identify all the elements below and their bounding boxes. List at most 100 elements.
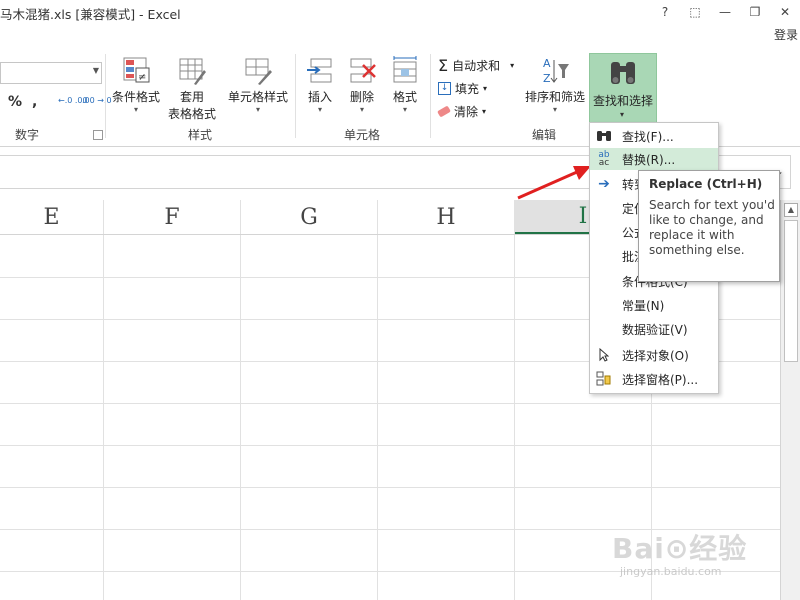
sort-filter-button[interactable]: AZ 排序和筛选 ▾ <box>524 56 586 115</box>
chevron-down-icon: ▾ <box>620 110 625 119</box>
find-select-button[interactable]: 查找和选择 ▾ <box>589 53 657 127</box>
grid-line <box>240 235 241 600</box>
login-link[interactable]: 登录 <box>774 26 798 43</box>
binoculars-icon <box>611 62 635 84</box>
help-button[interactable]: ? <box>650 0 680 24</box>
vertical-scrollbar[interactable]: ▲ <box>780 200 800 600</box>
menu-item-constants[interactable]: 常量(N) <box>590 294 718 316</box>
autosum-label: 自动求和 <box>452 59 501 73</box>
cells-group-label: 单元格 <box>344 128 381 142</box>
menu-item-label: 替换(R)... <box>622 152 676 167</box>
column-header-e[interactable]: E <box>0 200 104 234</box>
cursor-icon <box>596 347 612 363</box>
cell-styles-button[interactable]: 单元格样式 ▾ <box>226 56 290 115</box>
insert-label: 插入 <box>307 90 332 104</box>
format-button[interactable]: 格式 ▾ <box>387 56 423 115</box>
delete-label: 删除 <box>349 90 374 104</box>
find-select-label: 查找和选择 <box>592 94 653 108</box>
selection-pane-icon <box>596 371 612 387</box>
fill-button[interactable]: ↓ 填充 ▾ <box>438 80 487 97</box>
grid-line <box>0 487 780 488</box>
sort-filter-label: 排序和筛选 <box>524 90 585 104</box>
comma-button[interactable]: , <box>32 94 37 110</box>
chevron-down-icon: ▾ <box>482 107 487 116</box>
menu-item-selection-pane[interactable]: 选择窗格(P)... <box>590 368 718 390</box>
chevron-down-icon: ▾ <box>133 105 138 114</box>
svg-text:Z: Z <box>543 72 551 85</box>
grid-line <box>377 235 378 600</box>
format-label: 格式 <box>392 90 417 104</box>
menu-item-label: 常量(N) <box>622 298 665 313</box>
menu-item-replace[interactable]: ab ac 替换(R)... <box>590 148 718 170</box>
scroll-thumb[interactable] <box>784 220 798 362</box>
column-header-h[interactable]: H <box>378 200 515 234</box>
chevron-down-icon: ▾ <box>552 105 557 114</box>
sigma-icon: Σ <box>438 56 449 75</box>
format-as-table-label-line2: 表格格式 <box>167 107 216 121</box>
column-header-f[interactable]: F <box>104 200 241 234</box>
sort-filter-icon: AZ <box>543 57 569 85</box>
window-title: 马木混猪.xls [兼容模式] - Excel <box>0 7 181 22</box>
menu-item-label: 数据验证(V) <box>622 322 688 337</box>
styles-group-label: 样式 <box>188 128 213 142</box>
clear-label: 清除 <box>454 105 479 119</box>
chevron-down-icon: ▾ <box>402 105 407 114</box>
format-as-table-label-line1: 套用 <box>179 90 204 104</box>
delete-button[interactable]: 删除 ▾ <box>344 56 380 115</box>
red-arrow-icon <box>517 166 591 200</box>
insert-cells-icon <box>307 58 332 83</box>
menu-item-label: 选择对象(O) <box>622 348 689 363</box>
conditional-format-button[interactable]: ≠ 条件格式 ▾ <box>112 56 160 115</box>
chevron-down-icon: ▾ <box>317 105 322 114</box>
scroll-up-icon[interactable]: ▲ <box>784 203 798 217</box>
chevron-down-icon: ▼ <box>92 66 99 75</box>
goto-arrow-icon: ➔ <box>598 176 610 192</box>
format-as-table-button[interactable]: 套用 表格格式 <box>164 56 220 122</box>
chevron-down-icon: ▾ <box>510 61 515 70</box>
eraser-icon <box>437 105 451 118</box>
close-button[interactable]: ✕ <box>770 0 800 24</box>
menu-item-data-validation[interactable]: 数据验证(V) <box>590 318 718 340</box>
chevron-down-icon: ▾ <box>255 105 260 114</box>
menu-item-select-objects[interactable]: 选择对象(O) <box>590 344 718 366</box>
binoculars-icon <box>596 128 612 144</box>
editing-group-label: 编辑 <box>532 128 557 142</box>
menu-item-find[interactable]: 查找(F)... <box>590 125 718 147</box>
grid-line <box>103 235 104 600</box>
watermark-url: jingyan.baidu.com <box>620 565 722 578</box>
decrease-decimal-button[interactable]: .00 →.0 <box>82 96 112 105</box>
grid-line <box>0 445 780 446</box>
group-divider <box>295 54 296 138</box>
number-dialog-launcher-icon[interactable] <box>93 130 103 140</box>
cell-styles-icon <box>245 58 272 85</box>
ribbon-display-button[interactable]: ⬚ <box>680 0 710 24</box>
table-format-icon <box>179 58 206 85</box>
group-divider <box>430 54 431 138</box>
cell-styles-label: 单元格样式 <box>227 90 288 104</box>
autosum-button[interactable]: Σ 自动求和 ▾ <box>438 56 514 75</box>
menu-item-label: 查找(F)... <box>622 129 674 144</box>
tooltip-title: Replace (Ctrl+H) <box>649 177 763 191</box>
chevron-down-icon: ▾ <box>483 84 488 93</box>
number-group-label: 数字 <box>15 128 40 142</box>
insert-button[interactable]: 插入 ▾ <box>302 56 338 115</box>
group-divider <box>105 54 106 138</box>
column-header-g[interactable]: G <box>241 200 378 234</box>
conditional-format-label: 条件格式 <box>112 90 161 104</box>
number-format-select[interactable]: ▼ <box>0 62 102 84</box>
grid-line <box>514 235 515 600</box>
chevron-down-icon: ▾ <box>359 105 364 114</box>
fill-label: 填充 <box>455 82 480 96</box>
clear-button[interactable]: 清除 ▾ <box>437 103 487 120</box>
percent-button[interactable]: % <box>8 94 22 110</box>
replace-tooltip: Replace (Ctrl+H) Search for text you'd l… <box>638 170 780 282</box>
window-controls: ? ⬚ — ❐ ✕ <box>650 0 800 24</box>
replace-icon: ab ac <box>598 150 610 168</box>
fill-down-icon: ↓ <box>438 82 451 95</box>
tooltip-body: Search for text you'd like to change, an… <box>649 198 775 257</box>
menu-item-label: 选择窗格(P)... <box>622 372 699 387</box>
watermark-logo: Bai⊙经验 <box>612 532 748 565</box>
conditional-format-icon: ≠ <box>123 57 150 83</box>
minimize-button[interactable]: — <box>710 0 740 24</box>
restore-button[interactable]: ❐ <box>740 0 770 24</box>
